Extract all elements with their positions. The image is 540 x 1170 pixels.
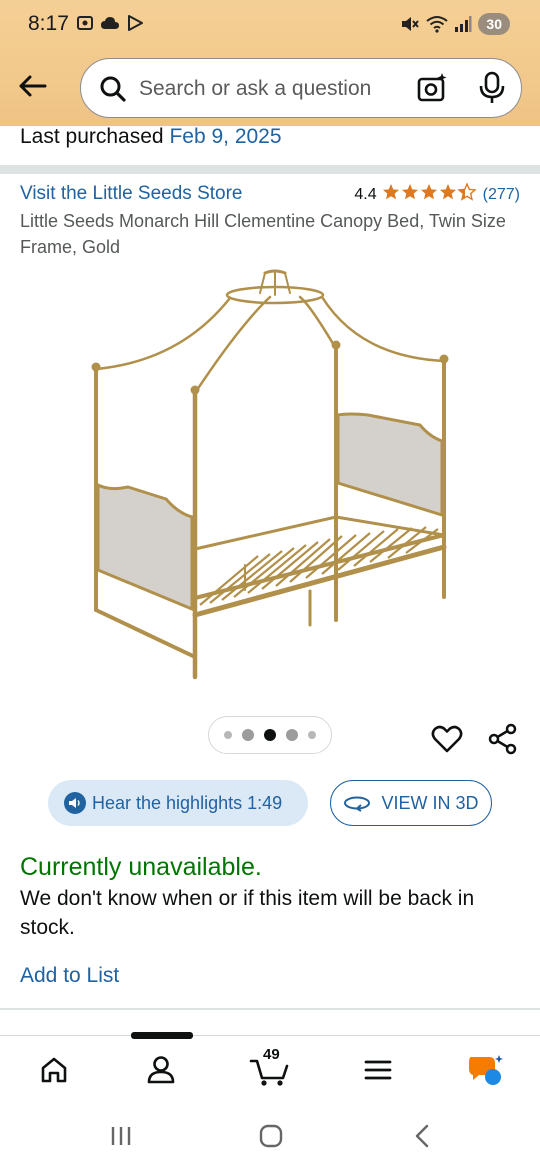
- share-icon[interactable]: [486, 722, 520, 756]
- hear-highlights-label: Hear the highlights 1:49: [92, 792, 283, 813]
- back-button[interactable]: [14, 68, 50, 104]
- product-image[interactable]: [70, 265, 470, 685]
- cart-count-badge: 49: [263, 1046, 280, 1063]
- play-store-icon: [128, 15, 143, 31]
- carousel-dot[interactable]: [242, 729, 254, 741]
- nav-account[interactable]: [141, 1050, 181, 1090]
- carousel-dot[interactable]: [224, 731, 232, 739]
- rufus-icon: [469, 1055, 503, 1085]
- nav-rufus[interactable]: [466, 1050, 506, 1090]
- view-in-3d-label: VIEW IN 3D: [381, 792, 479, 813]
- rating-value: 4.4: [354, 186, 377, 203]
- search-input[interactable]: [139, 69, 399, 109]
- rotate-3d-icon: [344, 796, 371, 812]
- last-purchased-notice: Last purchased Feb 9, 2025: [20, 125, 282, 149]
- audio-play-icon: [64, 792, 86, 814]
- heart-icon[interactable]: [430, 722, 464, 756]
- bottom-navigation: 49: [0, 1032, 540, 1105]
- last-purchased-label: Last purchased: [20, 125, 164, 148]
- arrow-left-icon: [19, 75, 47, 97]
- status-bar: 8:17 30: [0, 0, 540, 50]
- wifi-icon: [426, 16, 449, 33]
- system-back-icon[interactable]: [410, 1123, 436, 1149]
- rating-summary[interactable]: 4.4 (277): [354, 183, 520, 207]
- carousel-dot[interactable]: [308, 731, 316, 739]
- account-icon: [147, 1056, 175, 1084]
- add-to-list-link[interactable]: Add to List: [20, 964, 119, 988]
- home-button-icon[interactable]: [258, 1123, 284, 1149]
- nav-menu[interactable]: [358, 1050, 398, 1090]
- status-time: 8:17: [28, 12, 69, 35]
- battery-indicator: 30: [478, 13, 510, 35]
- product-title: Little Seeds Monarch Hill Clementine Can…: [20, 211, 506, 257]
- availability-status: Currently unavailable.: [20, 853, 262, 881]
- review-count: (277): [482, 186, 520, 203]
- carousel-dot-active[interactable]: [264, 729, 276, 741]
- nav-cart[interactable]: 49: [248, 1046, 292, 1090]
- star-rating-icon: [382, 183, 478, 207]
- image-carousel-indicator[interactable]: [208, 716, 332, 754]
- signal-icon: [455, 16, 472, 32]
- carousel-dot[interactable]: [286, 729, 298, 741]
- status-notification-icons: [76, 14, 144, 32]
- hear-highlights-button[interactable]: Hear the highlights 1:49: [48, 780, 308, 826]
- camera-search-icon[interactable]: [415, 71, 449, 105]
- cloud-icon: [101, 17, 119, 29]
- status-system-icons: 30: [400, 13, 510, 35]
- recent-apps-icon[interactable]: [108, 1123, 134, 1149]
- app-header: 8:17 30: [0, 0, 540, 126]
- home-icon: [41, 1057, 67, 1083]
- last-purchased-date[interactable]: Feb 9, 2025: [169, 125, 281, 148]
- screenshot-icon: [77, 16, 93, 30]
- search-icon: [100, 76, 126, 102]
- store-link[interactable]: Visit the Little Seeds Store: [20, 183, 243, 205]
- section-divider: [0, 165, 540, 174]
- view-in-3d-button[interactable]: VIEW IN 3D: [330, 780, 492, 826]
- microphone-icon[interactable]: [477, 71, 507, 105]
- active-tab-indicator: [131, 1032, 193, 1039]
- nav-home[interactable]: [34, 1050, 74, 1090]
- menu-icon: [364, 1060, 392, 1080]
- system-navigation-bar: [0, 1105, 540, 1170]
- section-divider: [0, 1008, 540, 1010]
- search-bar[interactable]: [80, 58, 522, 118]
- availability-description: We don't know when or if this item will …: [20, 887, 475, 939]
- mute-icon: [402, 17, 420, 31]
